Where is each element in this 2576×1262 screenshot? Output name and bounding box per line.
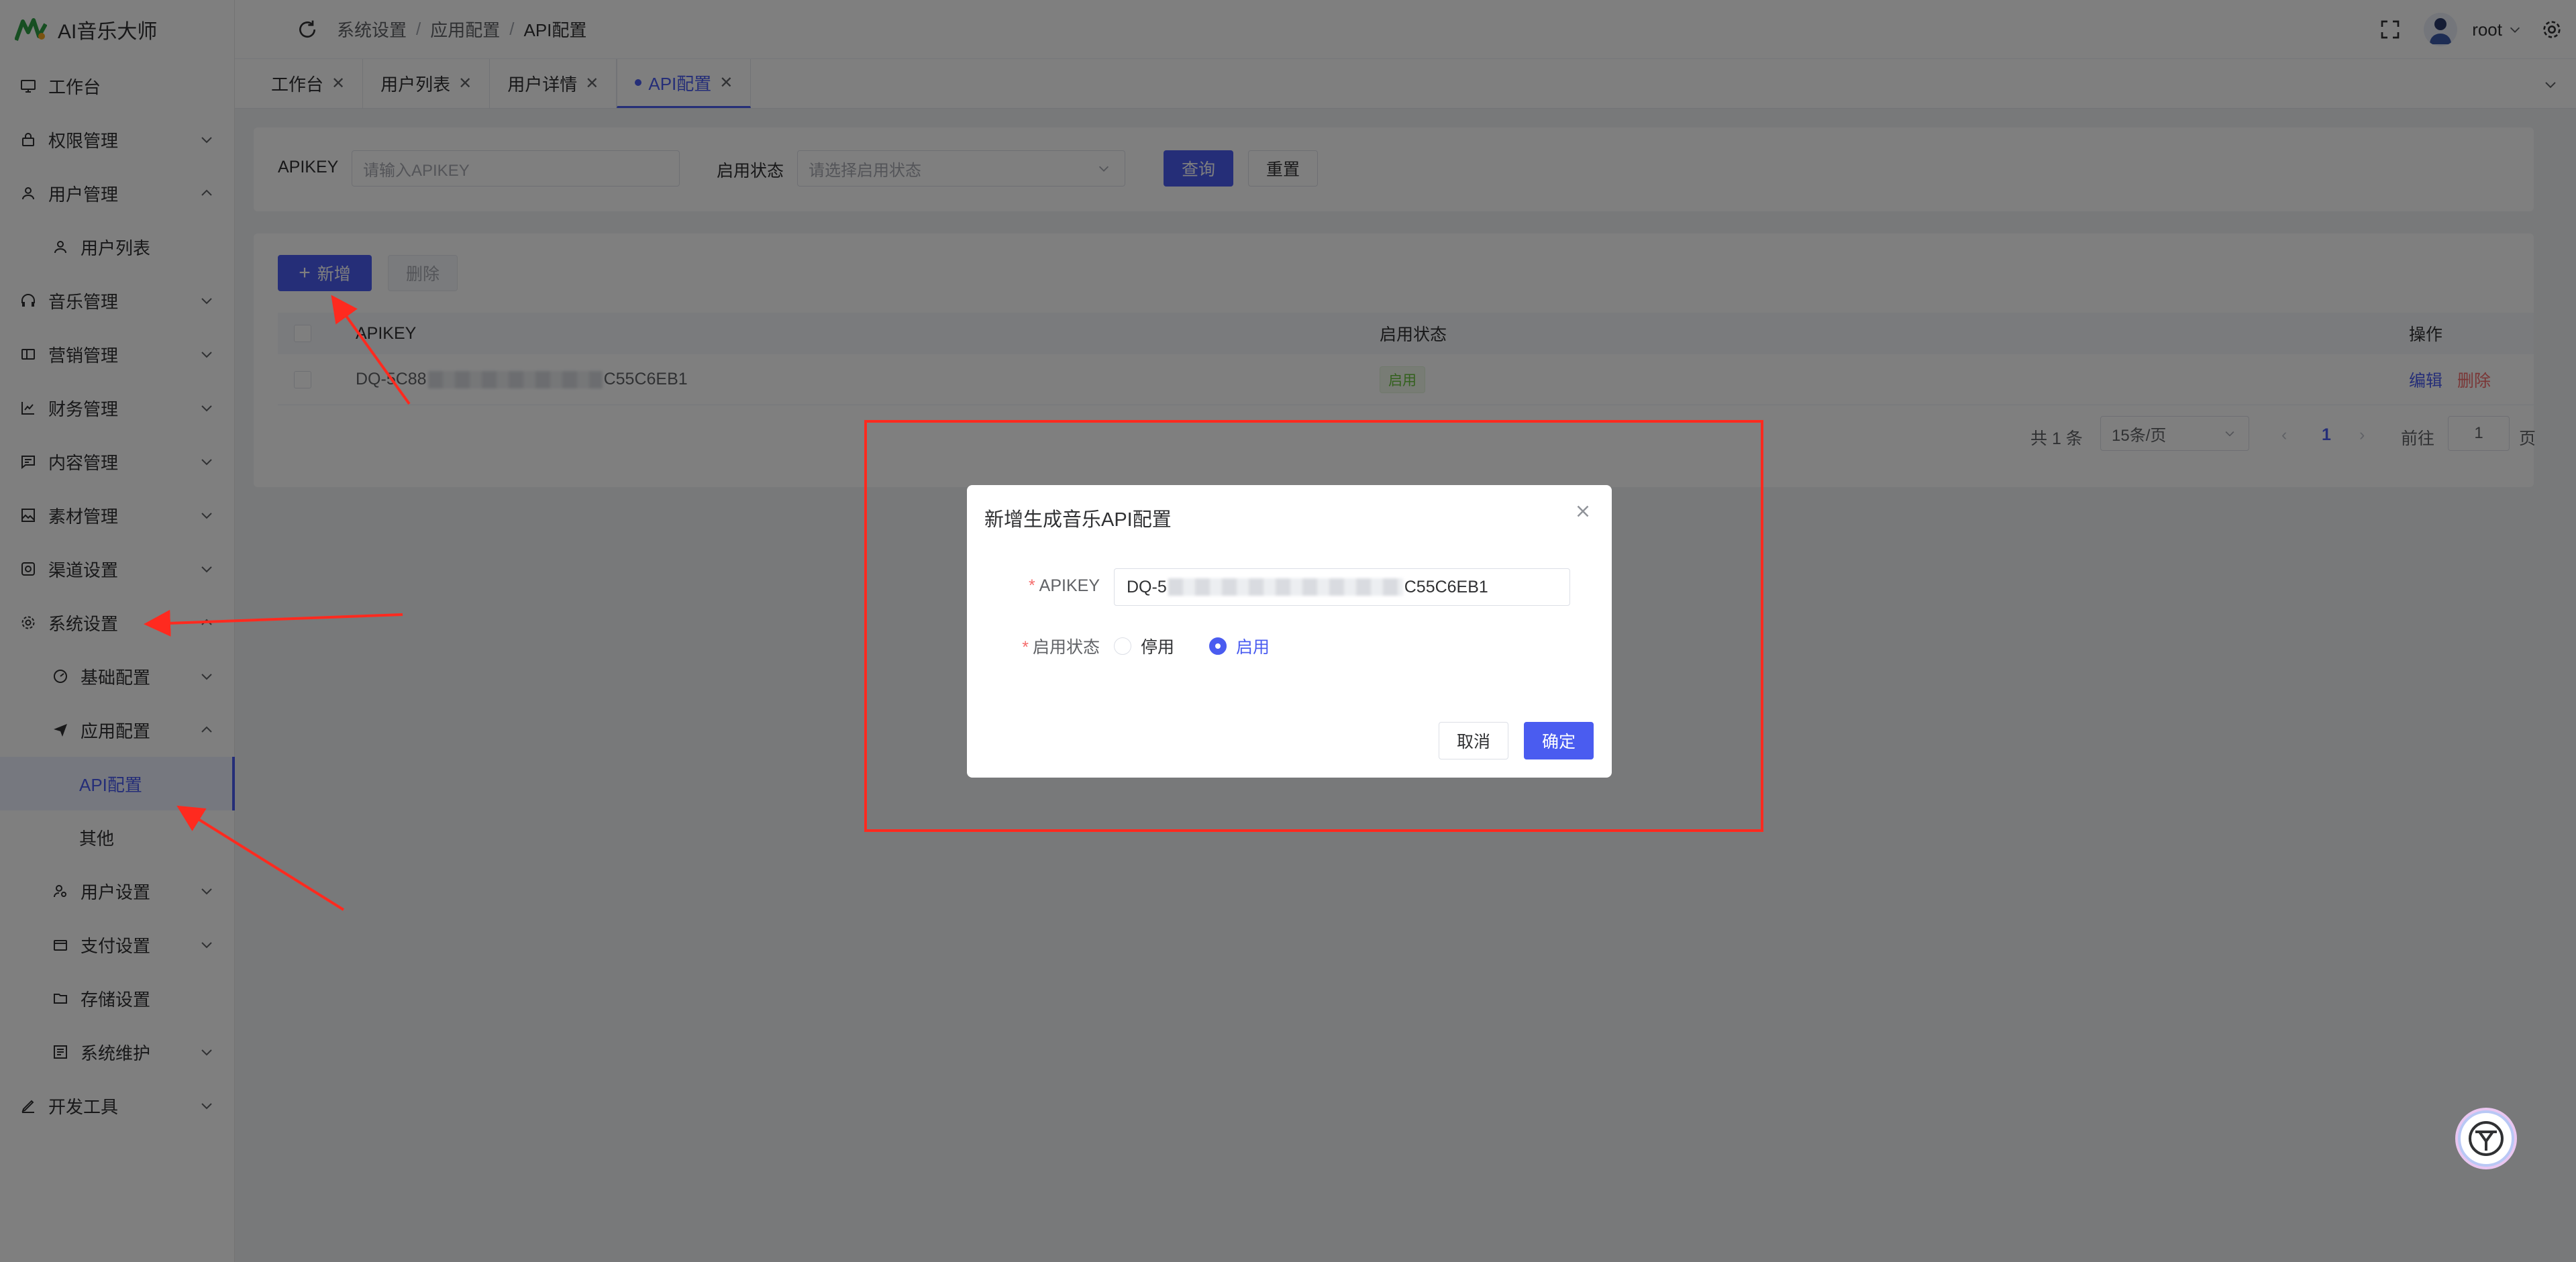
assistant-icon [2469, 1121, 2504, 1156]
floating-assistant-button[interactable] [2458, 1110, 2514, 1167]
annotation-highlight-box [864, 420, 1763, 832]
